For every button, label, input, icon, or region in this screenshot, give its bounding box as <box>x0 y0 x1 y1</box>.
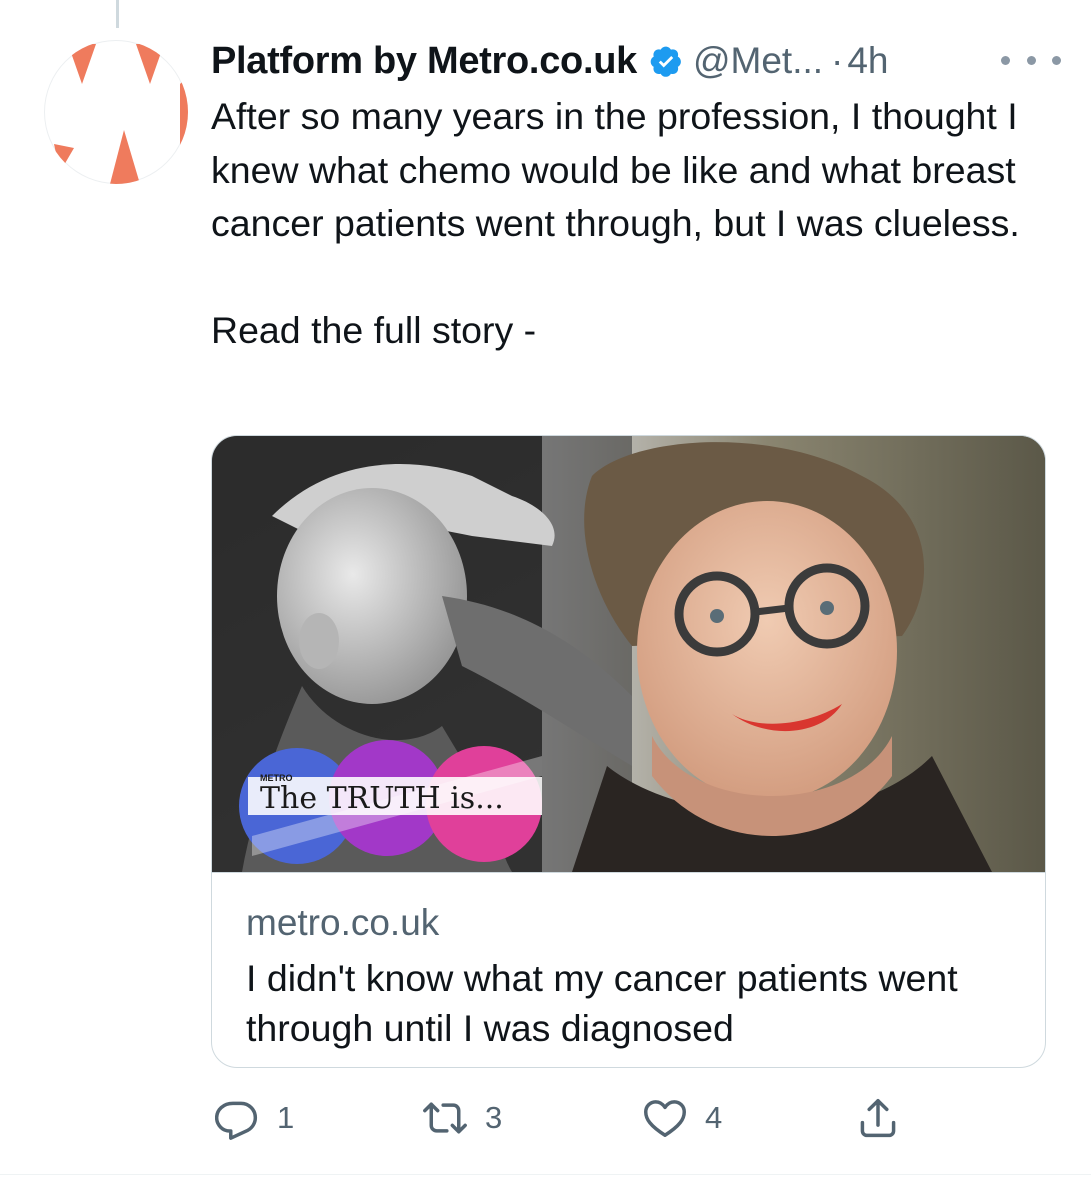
divider <box>0 1174 1091 1175</box>
dot <box>1052 55 1061 65</box>
card-meta: metro.co.uk I didn't know what my cancer… <box>212 901 1045 1053</box>
reply-count: 1 <box>277 1100 295 1135</box>
dot <box>1026 55 1036 65</box>
metro-logo-icon <box>54 44 188 184</box>
display-name[interactable]: Platform by Metro.co.uk <box>211 40 637 83</box>
link-card[interactable]: METRO The TRUTH is... metro.co.uk I didn… <box>211 435 1046 1068</box>
separator-dot: · <box>831 40 844 81</box>
tweet-actions: 1 3 4 <box>211 1090 1061 1146</box>
truth-badge-label: The TRUTH is... <box>260 781 504 816</box>
tweet[interactable]: Platform by Metro.co.uk @Met... · 4h Aft… <box>211 36 1061 358</box>
retweet-icon <box>423 1102 467 1134</box>
share-icon <box>860 1099 896 1138</box>
reply-button[interactable]: 1 <box>215 1090 294 1146</box>
like-count: 4 <box>705 1100 723 1135</box>
article-photo: METRO The TRUTH is... <box>212 436 1045 873</box>
card-title: I didn't know what my cancer patients we… <box>246 957 958 1049</box>
reply-icon <box>215 1101 258 1140</box>
verified-badge-icon <box>650 46 681 77</box>
more-dots-icon[interactable] <box>1001 40 1061 80</box>
like-button[interactable]: 4 <box>643 1090 722 1146</box>
tweet-text: After so many years in the profession, I… <box>211 95 1020 351</box>
tweet-header: Platform by Metro.co.uk @Met... · 4h <box>211 36 1061 86</box>
retweet-button[interactable]: 3 <box>423 1090 502 1146</box>
timestamp[interactable]: 4h <box>847 40 888 82</box>
card-domain: metro.co.uk <box>246 902 440 943</box>
dot <box>1001 55 1010 65</box>
share-button[interactable] <box>856 1090 900 1146</box>
retweet-count: 3 <box>485 1100 503 1135</box>
thread-connector-line <box>116 0 119 28</box>
user-handle[interactable]: @Met... <box>693 40 823 82</box>
avatar[interactable] <box>44 40 188 184</box>
heart-icon <box>644 1100 686 1137</box>
